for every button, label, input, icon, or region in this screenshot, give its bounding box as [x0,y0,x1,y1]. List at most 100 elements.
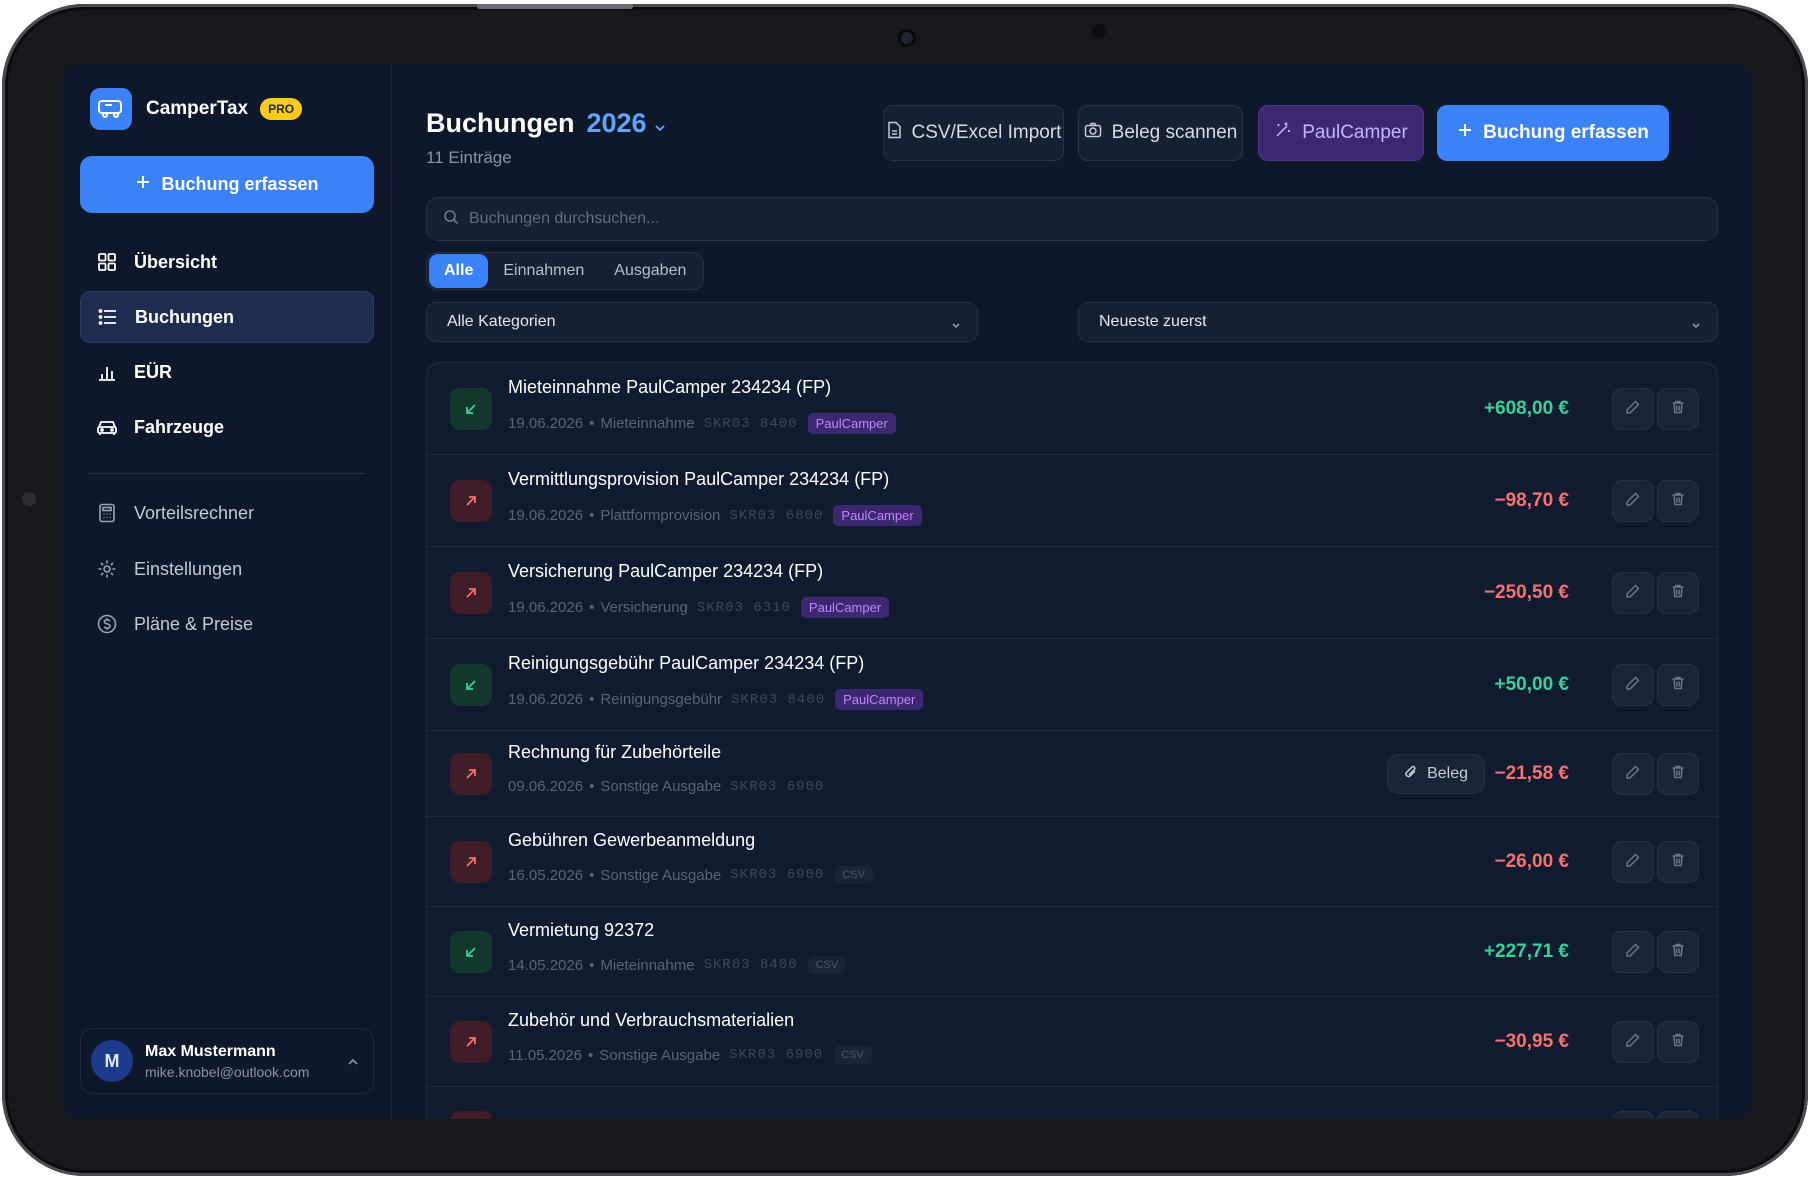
entry-date: 19.06.2026 [508,599,584,616]
table-row[interactable]: Vermietung 92372 14.05.2026 • Mieteinnahme S… [427,907,1717,997]
pencil-icon [1625,583,1641,604]
sidebar-item-label: Buchungen [135,306,234,327]
entry-account: SKR03 6900 [729,1047,824,1063]
filter-expenses[interactable]: Ausgaben [599,254,701,288]
delete-button[interactable] [1657,388,1699,430]
sort-value: Neueste zuerst [1099,313,1207,330]
pencil-icon [1625,764,1641,785]
arrow-down-left-icon [450,388,492,430]
sidebar-item-bookings[interactable]: Buchungen [80,291,374,343]
gear-icon [96,558,118,580]
table-row[interactable]: Gas-Füllung [427,1087,1717,1119]
bar-chart-icon [96,361,118,383]
entry-meta: 19.06.2026 • Versicherung SKR03 6310 PaulCam… [508,597,890,618]
pencil-icon [1625,675,1641,696]
table-row[interactable]: Versicherung PaulCamper 234234 (FP) 19.06… [427,547,1717,639]
sidebar-add-booking-button[interactable]: Buchung erfassen [80,156,374,213]
entry-count: 11 Einträge [426,148,512,167]
chevron-up-icon [347,1053,359,1071]
sidebar-divider [88,473,366,474]
separator-dot: • [589,866,595,884]
delete-button[interactable] [1657,1111,1699,1119]
add-booking-button[interactable]: Buchung erfassen [1437,105,1669,161]
sort-select[interactable]: Neueste zuerst [1078,302,1718,342]
arrow-up-right-icon [450,1021,492,1063]
entry-meta: 19.06.2026 • Reinigungsgebühr SKR03 8400 Pau… [508,689,924,710]
pencil-icon [1625,942,1641,963]
edit-button[interactable] [1612,572,1654,614]
sidebar-item-settings[interactable]: Einstellungen [80,543,374,595]
user-menu[interactable]: M Max Mustermann mike.knobel@outlook.com [80,1028,374,1094]
camper-logo-icon [90,88,132,130]
filter-income[interactable]: Einnahmen [488,254,599,288]
entry-title: Mieteinnahme PaulCamper 234234 (FP) [508,377,832,397]
separator-dot: • [589,956,595,974]
filter-all[interactable]: Alle [429,254,489,288]
delete-button[interactable] [1657,480,1699,522]
car-icon [96,416,118,438]
paulcamper-tag: PaulCamper [833,505,922,526]
edit-button[interactable] [1612,1021,1654,1063]
brand[interactable]: CamperTax PRO [90,88,303,130]
delete-button[interactable] [1657,753,1699,795]
table-row[interactable]: Rechnung für Zubehörteile 09.06.2026 • Sons… [427,731,1717,817]
entry-amount: −30,95 € [1494,1031,1570,1052]
delete-button[interactable] [1657,841,1699,883]
entry-title: Vermietung 92372 [508,920,655,940]
table-row[interactable]: Mieteinnahme PaulCamper 234234 (FP) 19.06… [427,363,1717,455]
edit-button[interactable] [1612,480,1654,522]
entry-category: Plattformprovision [600,507,721,524]
pencil-icon [1625,399,1641,420]
sidebar-item-euer[interactable]: EÜR [80,346,374,398]
plus-icon [135,174,151,195]
sidebar-item-vehicles[interactable]: Fahrzeuge [80,401,374,453]
delete-button[interactable] [1657,1021,1699,1063]
entry-date: 19.06.2026 [508,691,584,708]
paulcamper-button[interactable]: PaulCamper [1258,105,1424,161]
sidebar-item-label: Übersicht [134,251,218,272]
chevron-down-icon [654,108,666,138]
delete-button[interactable] [1657,572,1699,614]
trash-icon [1670,764,1686,785]
arrow-up-right-icon [450,480,492,522]
edit-button[interactable] [1612,388,1654,430]
receipt-label: Beleg [1427,765,1468,782]
entry-amount: −98,70 € [1494,490,1570,511]
edit-button[interactable] [1612,931,1654,973]
entry-amount: −26,00 € [1494,851,1570,872]
table-row[interactable]: Gebühren Gewerbeanmeldung 16.05.2026 • Sons… [427,817,1717,907]
trash-icon [1670,675,1686,696]
calculator-icon [96,502,118,524]
table-row[interactable]: Reinigungsgebühr PaulCamper 234234 (FP) 1… [427,639,1717,731]
table-row[interactable]: Vermittlungsprovision PaulCamper 234234 … [427,455,1717,547]
type-filter: Alle Einnahmen Ausgaben [426,252,705,290]
edit-button[interactable] [1612,841,1654,883]
csv-tag: CSV [834,866,873,884]
entry-amount: +50,00 € [1494,674,1570,695]
entry-category: Reinigungsgebühr [600,691,723,708]
entry-date: 19.06.2026 [508,507,584,524]
delete-button[interactable] [1657,931,1699,973]
sidebar-item-pricing[interactable]: Pläne & Preise [80,598,374,650]
csv-import-button[interactable]: CSV/Excel Import [883,105,1064,161]
year-selector[interactable]: 2026 [587,108,667,139]
delete-button[interactable] [1657,664,1699,706]
edit-button[interactable] [1612,664,1654,706]
sidebar-item-overview[interactable]: Übersicht [80,236,374,288]
separator-dot: • [589,599,595,616]
receipt-attachment-button[interactable]: Beleg [1387,754,1485,794]
entry-date: 14.05.2026 [508,956,584,974]
entry-account: SKR03 8400 [703,957,798,973]
table-row[interactable]: Zubehör und Verbrauchsmaterialien 11.05.2… [427,997,1717,1087]
pro-badge: PRO [260,98,303,120]
search-input[interactable] [469,210,1669,228]
sidebar-item-calculator[interactable]: Vorteilsrechner [80,487,374,539]
paulcamper-label: PaulCamper [1302,122,1408,143]
chevron-down-icon [1691,317,1701,335]
trash-icon [1670,583,1686,604]
edit-button[interactable] [1612,1111,1654,1119]
scan-receipt-button[interactable]: Beleg scannen [1078,105,1243,161]
edit-button[interactable] [1612,753,1654,795]
category-select[interactable]: Alle Kategorien [426,302,978,342]
entry-meta: 19.06.2026 • Mieteinnahme SKR03 8400 PaulCam… [508,413,896,434]
